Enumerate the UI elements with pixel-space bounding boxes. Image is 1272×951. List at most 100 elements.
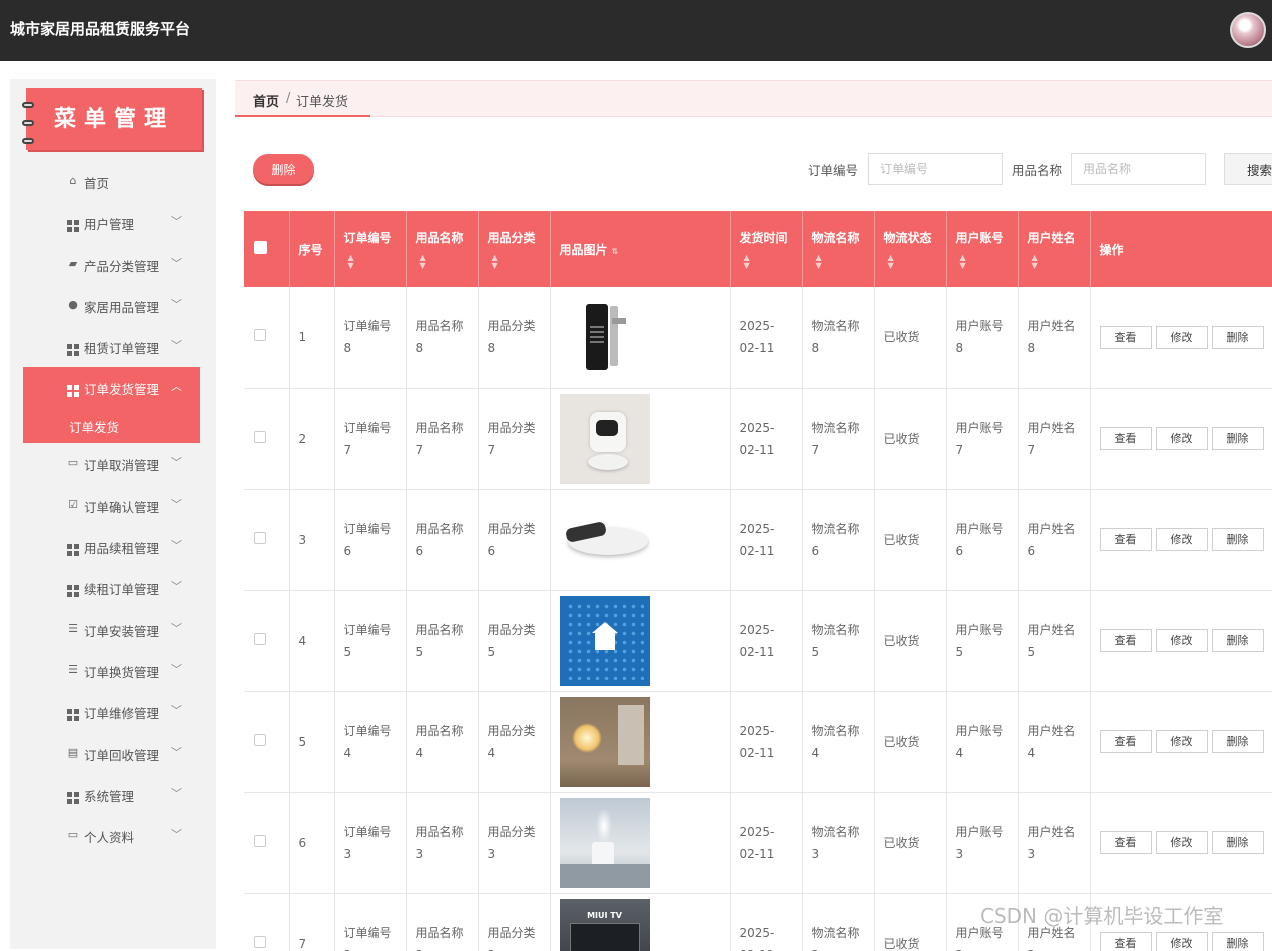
cell-item-name: 用品名称3 bbox=[406, 792, 478, 893]
chevron-down-icon: ﹀ bbox=[171, 213, 182, 229]
grid-icon bbox=[67, 581, 79, 593]
row-select-cell bbox=[244, 893, 289, 951]
order-no-search-input[interactable] bbox=[868, 153, 1003, 185]
top-header-bar: 城市家居用品租赁服务平台 bbox=[0, 0, 1272, 61]
sidebar-item[interactable]: ☰订单安装管理﹀ bbox=[23, 609, 200, 650]
cell-user-account: 用户账号5 bbox=[946, 590, 1018, 691]
edit-button[interactable]: 修改 bbox=[1156, 528, 1208, 551]
delete-button[interactable]: 删除 bbox=[1212, 427, 1264, 450]
sidebar-subitem[interactable]: 订单发货 bbox=[23, 409, 200, 443]
item-name-search-input[interactable] bbox=[1071, 153, 1206, 185]
view-button[interactable]: 查看 bbox=[1100, 528, 1152, 551]
select-all-checkbox[interactable] bbox=[254, 241, 267, 254]
batch-delete-button[interactable]: 删除 bbox=[253, 154, 314, 184]
sidebar-item[interactable]: 续租订单管理﹀ bbox=[23, 567, 200, 608]
row-checkbox[interactable] bbox=[254, 431, 266, 443]
sidebar-item[interactable]: 系统管理﹀ bbox=[23, 774, 200, 815]
header-item-name[interactable]: 用品名称▲▼ bbox=[406, 211, 478, 287]
cell-ship-time: 2025-02-11 bbox=[730, 893, 802, 951]
sidebar-item[interactable]: ▭订单取消管理﹀ bbox=[23, 443, 200, 484]
sidebar-item[interactable]: ▤订单回收管理﹀ bbox=[23, 733, 200, 774]
search-button[interactable]: 搜索 bbox=[1224, 153, 1272, 185]
edit-button[interactable]: 修改 bbox=[1156, 629, 1208, 652]
sidebar-item-label: 订单发货管理 bbox=[84, 379, 159, 398]
user-avatar[interactable] bbox=[1230, 12, 1266, 48]
view-button[interactable]: 查看 bbox=[1100, 629, 1152, 652]
view-button[interactable]: 查看 bbox=[1100, 326, 1152, 349]
sidebar-item[interactable]: 用品续租管理﹀ bbox=[23, 526, 200, 567]
edit-button[interactable]: 修改 bbox=[1156, 326, 1208, 349]
header-item-category[interactable]: 用品分类▲▼ bbox=[478, 211, 550, 287]
sort-icon[interactable]: ▲▼ bbox=[416, 254, 469, 270]
delete-button[interactable]: 删除 bbox=[1212, 932, 1264, 951]
view-button[interactable]: 查看 bbox=[1100, 831, 1152, 854]
row-checkbox[interactable] bbox=[254, 734, 266, 746]
chevron-up-icon: ︿ bbox=[171, 378, 182, 394]
header-logistics-name[interactable]: 物流名称▲▼ bbox=[802, 211, 874, 287]
sort-icon[interactable]: ⇅ bbox=[612, 247, 619, 256]
delete-button[interactable]: 删除 bbox=[1212, 730, 1264, 753]
header-user-name[interactable]: 用户姓名▲▼ bbox=[1018, 211, 1090, 287]
cell-item-category: 用品分类2 bbox=[478, 893, 550, 951]
sort-icon[interactable]: ▲▼ bbox=[956, 254, 1009, 270]
row-checkbox[interactable] bbox=[254, 936, 266, 948]
chevron-down-icon: ﹀ bbox=[171, 661, 182, 677]
delete-button[interactable]: 删除 bbox=[1212, 629, 1264, 652]
sort-icon[interactable]: ▲▼ bbox=[740, 254, 793, 270]
cell-actions: 查看修改删除 bbox=[1090, 792, 1272, 893]
edit-button[interactable]: 修改 bbox=[1156, 831, 1208, 854]
edit-button[interactable]: 修改 bbox=[1156, 932, 1208, 951]
grid-icon bbox=[67, 340, 79, 352]
cell-item-category: 用品分类4 bbox=[478, 691, 550, 792]
grid-icon bbox=[67, 381, 79, 393]
sidebar-item[interactable]: 用户管理﹀ bbox=[23, 202, 200, 243]
cell-item-image: MIUI TV bbox=[550, 893, 730, 951]
sort-icon[interactable]: ▲▼ bbox=[812, 254, 865, 270]
sidebar-item[interactable]: ☑订单确认管理﹀ bbox=[23, 485, 200, 526]
header-order-no[interactable]: 订单编号▲▼ bbox=[334, 211, 406, 287]
header-ship-time[interactable]: 发货时间▲▼ bbox=[730, 211, 802, 287]
cell-item-name: 用品名称5 bbox=[406, 590, 478, 691]
sidebar-item-label: 订单回收管理 bbox=[84, 745, 159, 764]
sidebar-item[interactable]: ▰产品分类管理﹀ bbox=[23, 244, 200, 285]
view-button[interactable]: 查看 bbox=[1100, 427, 1152, 450]
row-checkbox[interactable] bbox=[254, 835, 266, 847]
chevron-down-icon: ﹀ bbox=[171, 255, 182, 271]
sidebar-item[interactable]: 订单发货管理 ︿ bbox=[23, 367, 200, 409]
cell-user-name: 用户姓名8 bbox=[1018, 287, 1090, 388]
sort-icon[interactable]: ▲▼ bbox=[344, 254, 397, 270]
row-checkbox[interactable] bbox=[254, 633, 266, 645]
sidebar-item[interactable]: 订单维修管理﹀ bbox=[23, 691, 200, 732]
sort-icon[interactable]: ▲▼ bbox=[488, 254, 541, 270]
delete-button[interactable]: 删除 bbox=[1212, 831, 1264, 854]
cell-actions: 查看修改删除 bbox=[1090, 489, 1272, 590]
header-select-all[interactable] bbox=[244, 211, 289, 287]
sidebar-item[interactable]: 租赁订单管理﹀ bbox=[23, 326, 200, 367]
breadcrumb-home-link[interactable]: 首页 bbox=[253, 91, 279, 110]
header-user-account[interactable]: 用户账号▲▼ bbox=[946, 211, 1018, 287]
sort-icon[interactable]: ▲▼ bbox=[884, 254, 937, 270]
row-checkbox[interactable] bbox=[254, 329, 266, 341]
chevron-down-icon: ﹀ bbox=[171, 744, 182, 760]
view-button[interactable]: 查看 bbox=[1100, 730, 1152, 753]
header-item-image[interactable]: 用品图片⇅ bbox=[550, 211, 730, 287]
smart-toilet-seat-image bbox=[560, 495, 650, 585]
row-checkbox[interactable] bbox=[254, 532, 266, 544]
cell-logistics-status: 已收货 bbox=[874, 590, 946, 691]
night-light-image bbox=[560, 697, 650, 787]
delete-button[interactable]: 删除 bbox=[1212, 326, 1264, 349]
sidebar-item[interactable]: ⌂首页 bbox=[23, 161, 200, 202]
delete-button[interactable]: 删除 bbox=[1212, 528, 1264, 551]
app-title: 城市家居用品租赁服务平台 bbox=[10, 18, 190, 39]
edit-button[interactable]: 修改 bbox=[1156, 427, 1208, 450]
sidebar-menu: ⌂首页用户管理﹀▰产品分类管理﹀●家居用品管理﹀租赁订单管理﹀订单发货管理︿订单… bbox=[23, 161, 200, 856]
cell-logistics-name: 物流名称5 bbox=[802, 590, 874, 691]
view-button[interactable]: 查看 bbox=[1100, 932, 1152, 951]
sort-icon[interactable]: ▲▼ bbox=[1028, 254, 1081, 270]
sidebar-item[interactable]: ☰订单换货管理﹀ bbox=[23, 650, 200, 691]
sidebar-item[interactable]: ▭个人资料﹀ bbox=[23, 815, 200, 856]
sidebar-item[interactable]: ●家居用品管理﹀ bbox=[23, 285, 200, 326]
edit-button[interactable]: 修改 bbox=[1156, 730, 1208, 753]
miui-tv-image: MIUI TV bbox=[560, 899, 650, 951]
header-logistics-status[interactable]: 物流状态▲▼ bbox=[874, 211, 946, 287]
